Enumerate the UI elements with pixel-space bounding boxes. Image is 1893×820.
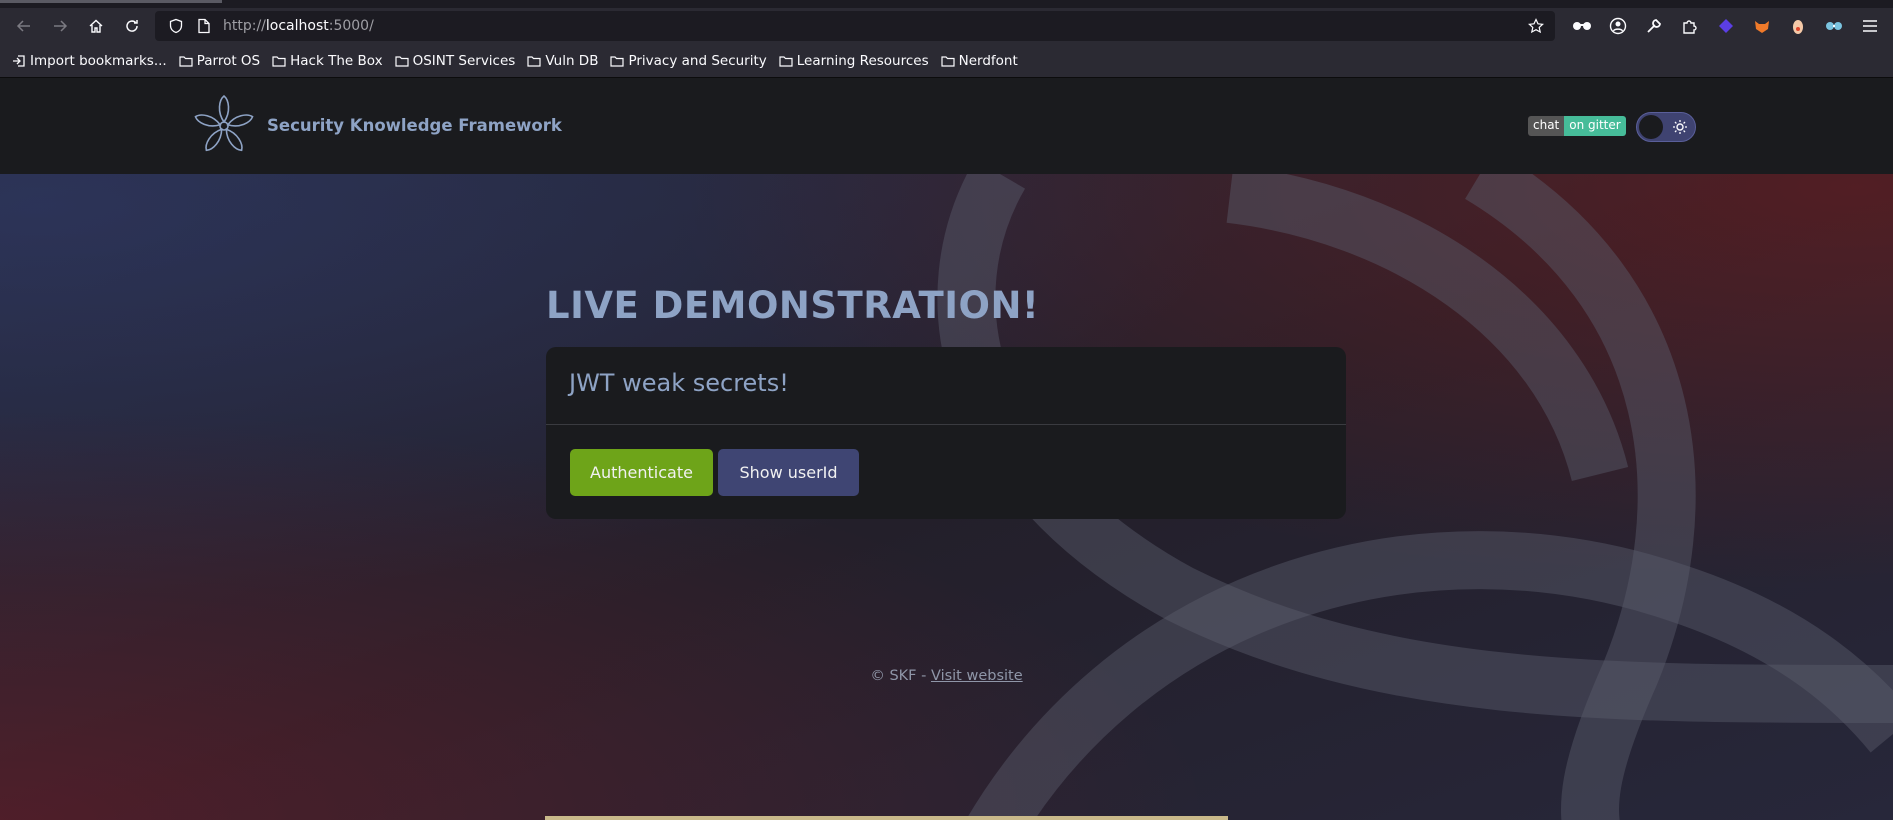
purple-extension-icon[interactable] [1708, 8, 1744, 44]
reload-icon[interactable] [114, 8, 150, 44]
bookmark-star-icon[interactable] [1525, 15, 1547, 37]
forward-arrow-icon[interactable] [42, 8, 78, 44]
account-icon[interactable] [1600, 8, 1636, 44]
import-icon [13, 54, 25, 67]
skf-flower-logo-icon[interactable] [194, 94, 254, 158]
show-userid-button[interactable]: Show userId [718, 449, 859, 496]
extensions-puzzle-icon[interactable] [1672, 8, 1708, 44]
badge-left-label: chat [1528, 116, 1565, 136]
extensions-area [1564, 8, 1888, 44]
url-text[interactable]: http://localhost:5000/ [223, 18, 374, 34]
home-icon[interactable] [78, 8, 114, 44]
folder-icon [610, 55, 625, 67]
brand-title[interactable]: Security Knowledge Framework [267, 116, 562, 135]
hero-section: LIVE DEMONSTRATION! JWT weak secrets! Au… [0, 174, 1893, 820]
cookie-extension-icon[interactable] [1780, 8, 1816, 44]
bookmark-folder-vuln-db[interactable]: Vuln DB [527, 53, 598, 69]
bookmark-label: Import bookmarks... [30, 52, 167, 69]
fox-extension-icon[interactable] [1744, 8, 1780, 44]
hamburger-menu-icon[interactable] [1852, 8, 1888, 44]
folder-icon [179, 55, 193, 67]
bookmark-folder-hack-the-box[interactable]: Hack The Box [272, 52, 383, 69]
bookmark-folder-nerdfont[interactable]: Nerdfont [941, 53, 1018, 69]
page-info-icon[interactable] [193, 15, 215, 37]
authenticate-button[interactable]: Authenticate [570, 449, 713, 496]
sun-icon [1670, 117, 1690, 137]
web-page: Security Knowledge Framework chat on git… [0, 78, 1893, 820]
site-footer: © SKF - Visit website [0, 668, 1893, 684]
bookmark-import[interactable]: Import bookmarks... [12, 53, 167, 69]
bookmark-label: Vuln DB [545, 52, 599, 69]
url-bar[interactable]: http://localhost:5000/ [155, 11, 1555, 41]
status-strip [545, 816, 1228, 820]
bookmark-label: Hack The Box [290, 52, 383, 69]
browser-toolbar: http://localhost:5000/ [0, 8, 1893, 44]
card-title: JWT weak secrets! [569, 369, 789, 397]
bookmark-label: OSINT Services [412, 52, 516, 69]
bookmark-folder-privacy-and-security[interactable]: Privacy and Security [610, 52, 767, 69]
footer-copyright: © SKF - [870, 668, 931, 684]
badge-right-label: on gitter [1564, 116, 1626, 136]
bookmarks-toolbar: Import bookmarks... Parrot OS Hack The B… [0, 44, 1893, 78]
bookmark-label: Parrot OS [196, 52, 261, 69]
glasses-extension-icon[interactable] [1816, 8, 1852, 44]
visit-website-link[interactable]: Visit website [931, 668, 1023, 684]
folder-icon [394, 55, 409, 67]
url-host: localhost [265, 18, 329, 34]
folder-icon [527, 55, 541, 67]
bookmark-folder-learning-resources[interactable]: Learning Resources [779, 53, 929, 69]
shield-icon[interactable] [165, 15, 187, 37]
tab-strip [0, 0, 1893, 8]
site-header: Security Knowledge Framework chat on git… [0, 78, 1893, 174]
url-scheme: http:// [223, 18, 266, 34]
page-headline: LIVE DEMONSTRATION! [546, 284, 1040, 327]
active-tab-indicator[interactable] [0, 0, 222, 3]
demo-card: JWT weak secrets! Authenticate Show user… [546, 347, 1346, 519]
folder-icon [941, 55, 955, 67]
back-arrow-icon[interactable] [6, 8, 42, 44]
url-port: :5000/ [328, 18, 374, 34]
gitter-chat-badge[interactable]: chat on gitter [1528, 116, 1626, 136]
card-divider [546, 424, 1346, 425]
toggle-knob [1639, 115, 1663, 139]
bookmark-folder-parrot-os[interactable]: Parrot OS [179, 53, 260, 69]
folder-icon [779, 55, 793, 67]
bookmark-label: Learning Resources [796, 52, 929, 69]
theme-toggle[interactable] [1636, 112, 1696, 142]
incognito-mask-icon[interactable] [1564, 8, 1600, 44]
folder-icon [272, 55, 286, 67]
bookmark-label: Nerdfont [958, 52, 1018, 69]
bookmark-label: Privacy and Security [628, 52, 767, 69]
bookmark-folder-osint-services[interactable]: OSINT Services [394, 52, 516, 69]
wrench-icon[interactable] [1636, 8, 1672, 44]
